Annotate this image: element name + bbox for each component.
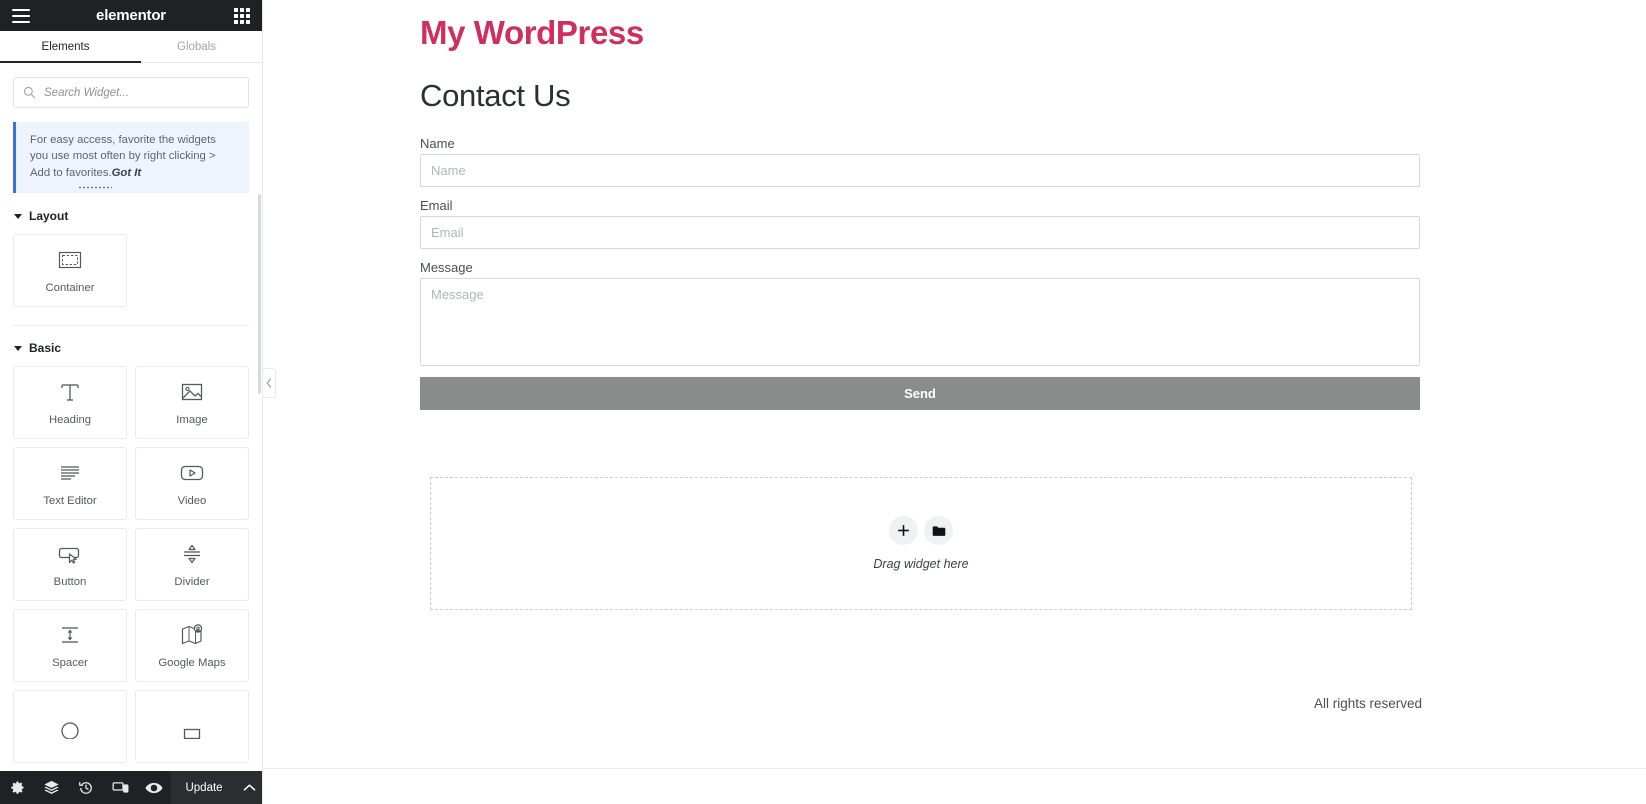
elementor-editor: elementor Elements Globals Search Widget… [0, 0, 1646, 804]
grid-apps-icon[interactable] [234, 7, 250, 24]
search-box[interactable] [13, 77, 249, 108]
widget-button[interactable]: Button [13, 528, 127, 601]
favorites-notice: For easy access, favorite the widgets yo… [13, 122, 249, 194]
tab-elements[interactable]: Elements [0, 31, 141, 63]
widget-dropzone[interactable]: Drag widget here [430, 477, 1412, 610]
update-button-label: Update [185, 781, 223, 794]
icon-partial-box-icon [180, 714, 204, 740]
tab-globals[interactable]: Globals [131, 31, 262, 62]
category-layout: Layout Container [0, 194, 262, 326]
hamburger-icon[interactable] [12, 8, 30, 23]
search-input[interactable] [44, 78, 248, 107]
category-basic: Basic Heading Image Text Editor Video Bu… [0, 326, 262, 763]
widget-partial-right[interactable] [135, 690, 249, 763]
send-button[interactable]: Send [420, 377, 1420, 410]
name-field[interactable] [420, 154, 1420, 187]
tab-globals-label: Globals [177, 40, 216, 53]
field-group-message: Message [420, 260, 1420, 366]
widget-divider-label: Divider [174, 576, 210, 588]
contact-form: Name Email Message Send [420, 136, 1420, 410]
chevron-down-icon [14, 213, 22, 219]
footer-copyright: All rights reserved [1313, 696, 1422, 711]
google-maps-icon [179, 622, 205, 648]
chevron-down-icon [14, 345, 22, 351]
tab-elements-label: Elements [41, 40, 90, 53]
got-it-button[interactable]: Got It [112, 167, 142, 179]
dropzone-label: Drag widget here [873, 557, 969, 571]
widget-spacer[interactable]: Spacer [13, 609, 127, 682]
widget-heading-label: Heading [48, 414, 92, 426]
field-group-name: Name [420, 136, 1420, 187]
email-field-label: Email [420, 198, 453, 213]
widget-image-label: Image [176, 414, 208, 426]
category-layout-label: Layout [29, 209, 69, 223]
chevron-up-icon[interactable] [236, 771, 262, 804]
widget-container-label: Container [45, 282, 95, 294]
heading-icon [58, 379, 82, 405]
plus-icon [898, 525, 909, 536]
widget-spacer-label: Spacer [52, 657, 88, 669]
icon-partial-circle-icon [58, 714, 82, 740]
site-title: My WordPress [420, 14, 644, 51]
responsive-devices-icon[interactable] [103, 771, 137, 804]
update-button[interactable]: Update [171, 771, 237, 804]
panel-collapse-handle[interactable] [263, 368, 276, 398]
widget-text-editor[interactable]: Text Editor [13, 447, 127, 520]
layout-widget-grid: Container [13, 234, 249, 307]
widget-image[interactable]: Image [135, 366, 249, 439]
container-icon [58, 247, 82, 273]
divider-icon [180, 541, 204, 567]
add-template-button[interactable] [924, 516, 953, 545]
elementor-logo: elementor [96, 7, 166, 24]
widget-partial-left[interactable] [13, 690, 127, 763]
name-field-label: Name [420, 136, 455, 151]
elementor-panel: elementor Elements Globals Search Widget… [0, 0, 263, 804]
gear-icon[interactable] [0, 771, 34, 804]
widget-heading[interactable]: Heading [13, 366, 127, 439]
notice-underline-dots [78, 186, 112, 190]
spacer-icon [58, 622, 82, 648]
field-group-email: Email [420, 198, 1420, 249]
widget-button-label: Button [53, 576, 87, 588]
widget-list-scroll[interactable]: Layout Container Basic Heading Image Tex… [0, 194, 262, 771]
panel-footer: Update [0, 771, 262, 804]
panel-header: elementor [0, 0, 262, 31]
search-icon [23, 86, 36, 99]
widget-video-label: Video [177, 495, 207, 507]
message-field-label: Message [420, 260, 473, 275]
widget-video[interactable]: Video [135, 447, 249, 520]
favorites-notice-text: For easy access, favorite the widgets yo… [30, 132, 237, 181]
folder-icon [932, 525, 945, 536]
button-icon [57, 541, 83, 567]
add-element-button[interactable] [889, 516, 918, 545]
widget-divider[interactable]: Divider [135, 528, 249, 601]
widget-google-maps-label: Google Maps [158, 657, 226, 669]
category-layout-header[interactable]: Layout [13, 194, 249, 234]
layers-icon[interactable] [34, 771, 68, 804]
history-icon[interactable] [69, 771, 103, 804]
category-basic-label: Basic [29, 341, 62, 355]
search-area [0, 63, 262, 118]
panel-scrollbar[interactable] [258, 194, 261, 394]
widget-text-editor-label: Text Editor [43, 495, 97, 507]
canvas-bottom-divider [264, 768, 1646, 769]
basic-widget-grid: Heading Image Text Editor Video Button D… [13, 366, 249, 763]
page-canvas: My WordPress Contact Us Name Email Messa… [264, 0, 1646, 804]
panel-tabs: Elements Globals [0, 31, 262, 63]
widget-google-maps[interactable]: Google Maps [135, 609, 249, 682]
eye-icon[interactable] [137, 771, 171, 804]
email-field[interactable] [420, 216, 1420, 249]
page-title: Contact Us [420, 78, 571, 113]
widget-container[interactable]: Container [13, 234, 127, 307]
category-basic-header[interactable]: Basic [13, 326, 249, 366]
text-editor-icon [58, 460, 82, 486]
dropzone-buttons [889, 516, 953, 545]
image-icon [180, 379, 204, 405]
message-field[interactable] [420, 278, 1420, 366]
chevron-left-icon [266, 378, 272, 388]
video-icon [179, 460, 205, 486]
